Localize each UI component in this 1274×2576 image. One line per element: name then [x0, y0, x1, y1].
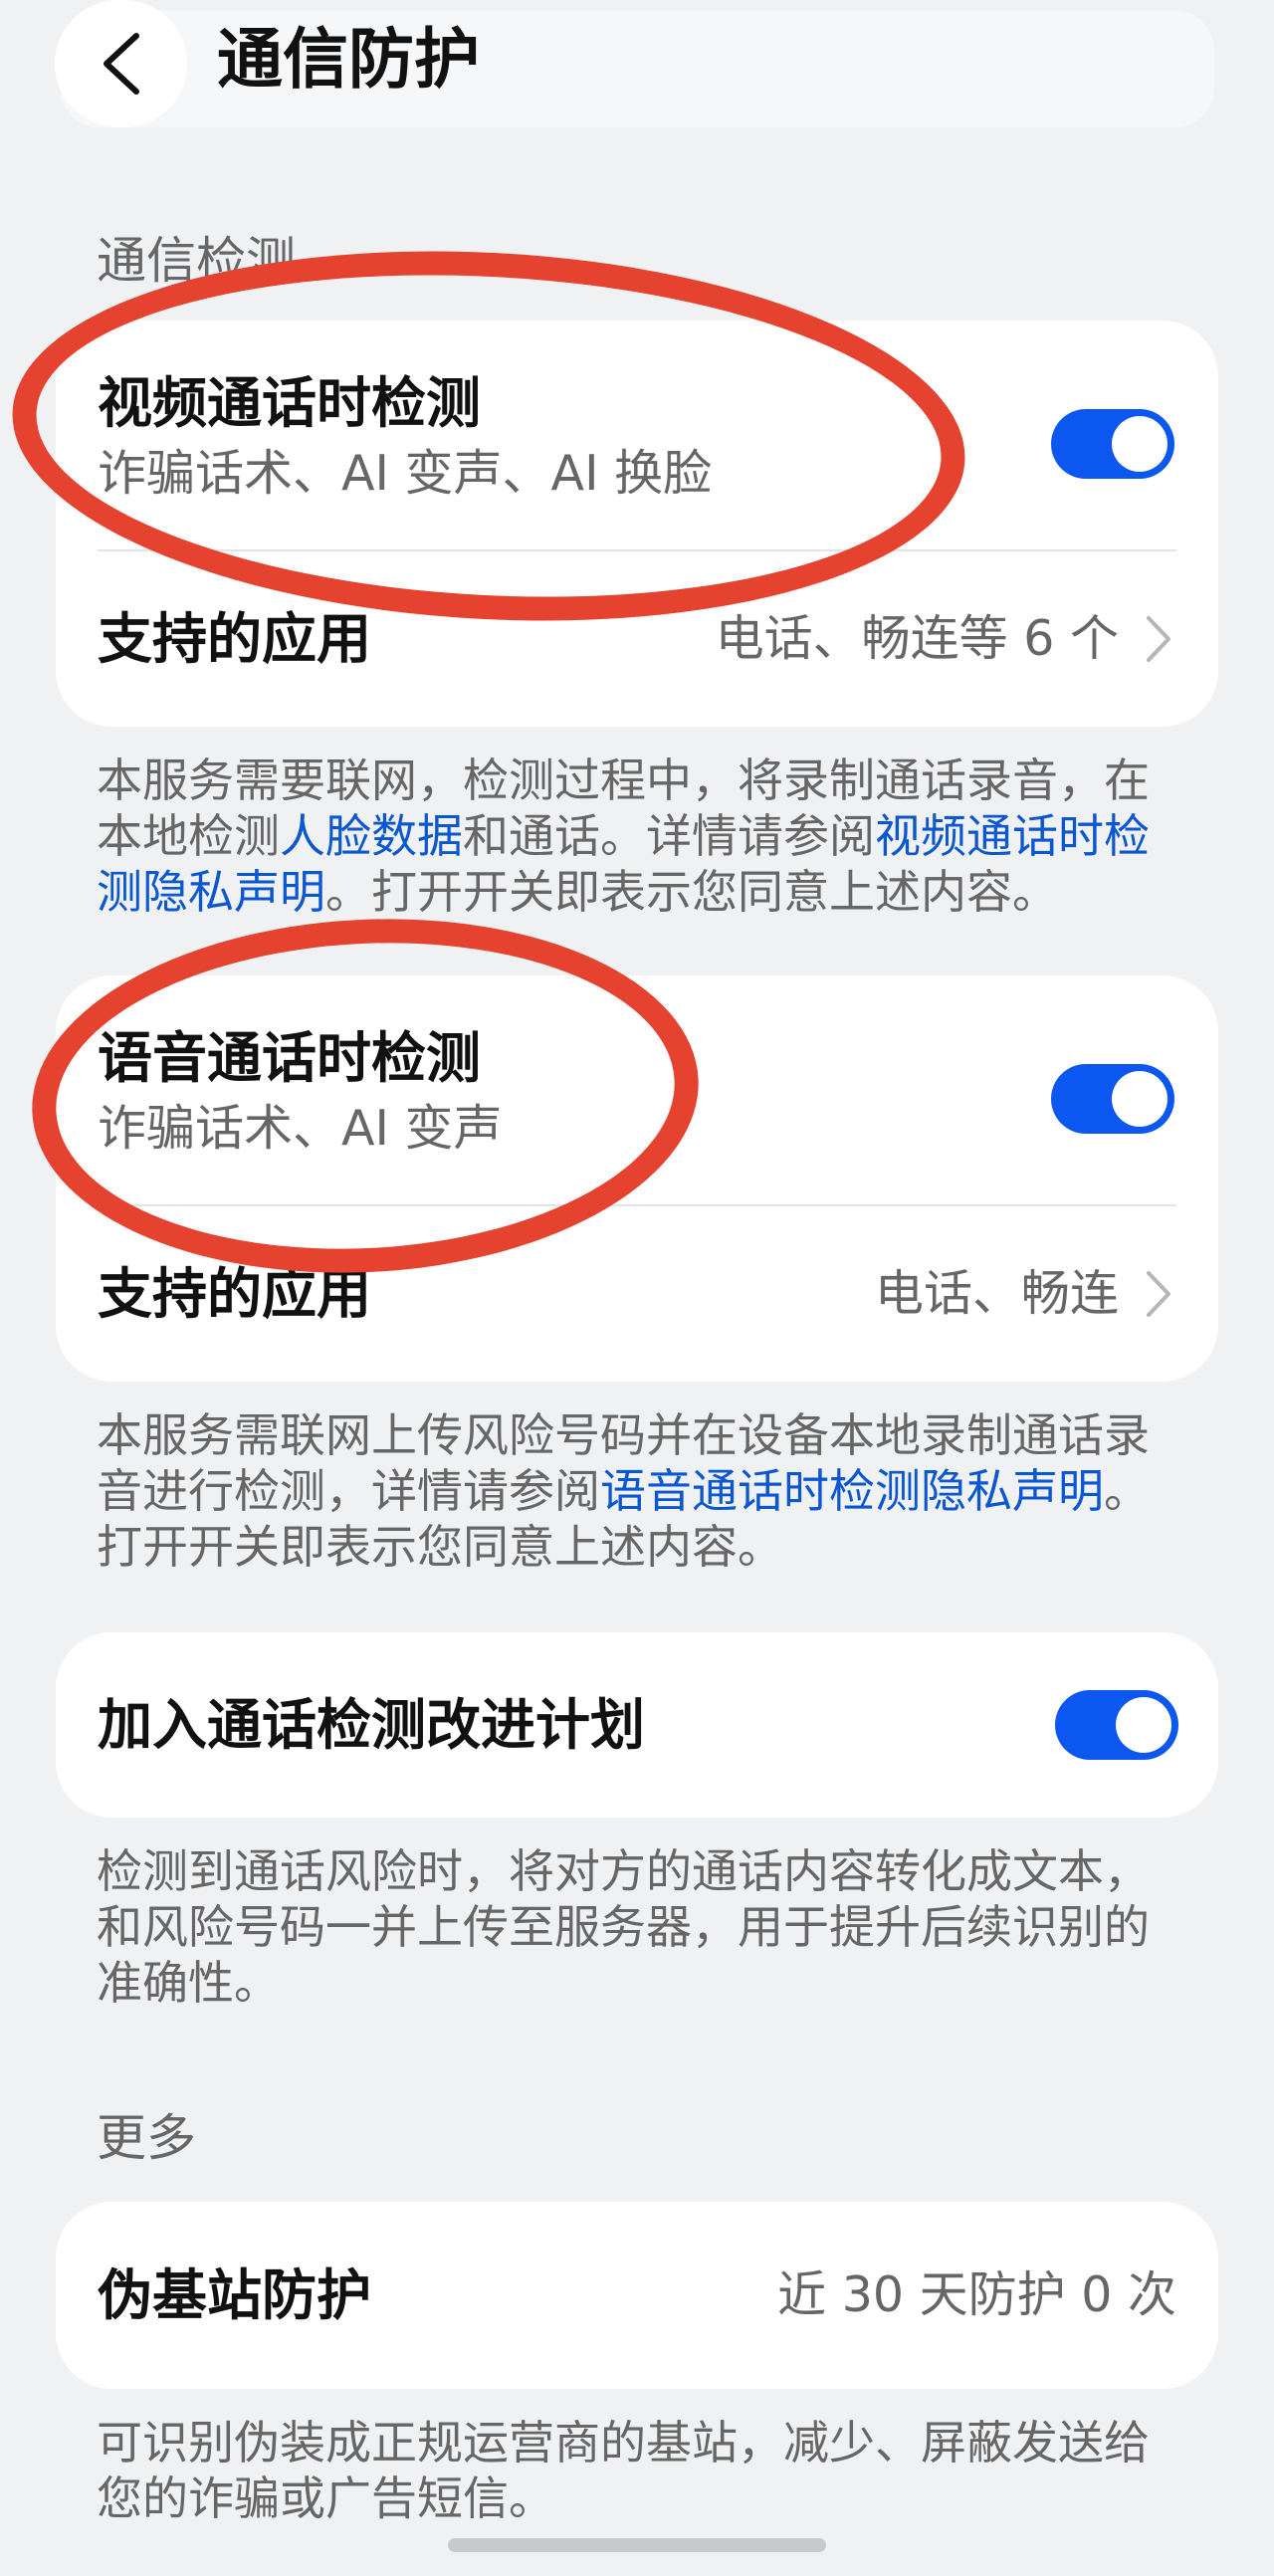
video-detection-toggle[interactable]: [1051, 409, 1174, 479]
improvement-program-row[interactable]: 加入通话检测改进计划: [56, 1632, 1218, 1818]
section-title-detection: 通信检测: [97, 232, 296, 290]
voice-detection-subtitle: 诈骗话术、AI 变声: [98, 1100, 503, 1157]
back-button[interactable]: [55, 0, 187, 127]
chevron-right-icon: [1147, 1271, 1170, 1317]
desc-text: 和通话。详情请参阅: [463, 809, 875, 863]
page-title: 通信防护: [217, 21, 480, 98]
improvement-program-card: 加入通话检测改进计划: [56, 1632, 1218, 1818]
voice-supported-apps-label: 支持的应用: [98, 1262, 372, 1326]
voice-supported-apps-row[interactable]: 支持的应用 电话、畅连: [56, 1206, 1218, 1382]
video-detection-row[interactable]: 视频通话时检测 诈骗话术、AI 变声、AI 换脸: [56, 321, 1218, 547]
video-supported-apps-row[interactable]: 支持的应用 电话、畅连等 6 个: [56, 551, 1218, 727]
fake-base-station-card: 伪基站防护 近 30 天防护 0 次: [56, 2202, 1218, 2389]
desc-text: 。打开开关即表示您同意上述内容。: [325, 865, 1058, 919]
toggle-knob: [1112, 1071, 1168, 1127]
video-detection-subtitle: 诈骗话术、AI 变声、AI 换脸: [98, 445, 713, 502]
fake-base-station-title: 伪基站防护: [98, 2263, 372, 2327]
home-indicator: [448, 2538, 826, 2552]
improvement-program-description: 检测到通话风险时，将对方的通话内容转化成文本，和风险号码一并上传至服务器，用于提…: [97, 1844, 1150, 2010]
chevron-right-icon: [1147, 616, 1170, 662]
video-supported-apps-label: 支持的应用: [98, 607, 372, 671]
toggle-knob: [1116, 1697, 1171, 1753]
voice-detection-description: 本服务需联网上传风险号码并在设备本地录制通话录音进行检测，详情请参阅语音通话时检…: [97, 1407, 1191, 1575]
voice-privacy-link[interactable]: 语音通话时检测隐私声明: [600, 1464, 1104, 1518]
improvement-program-toggle[interactable]: [1055, 1690, 1178, 1760]
video-supported-apps-value: 电话、畅连等 6 个: [715, 610, 1119, 667]
chevron-left-icon: [103, 33, 139, 95]
fake-base-station-row[interactable]: 伪基站防护 近 30 天防护 0 次: [56, 2202, 1218, 2389]
video-detection-card: 视频通话时检测 诈骗话术、AI 变声、AI 换脸 支持的应用 电话、畅连等 6 …: [56, 321, 1218, 727]
face-data-link[interactable]: 人脸数据: [280, 809, 463, 863]
video-detection-description: 本服务需要联网，检测过程中，将录制通话录音，在本地检测人脸数据和通话。详情请参阅…: [97, 752, 1191, 920]
video-detection-title: 视频通话时检测: [98, 371, 482, 435]
voice-detection-title: 语音通话时检测: [98, 1026, 482, 1090]
fake-base-station-value: 近 30 天防护 0 次: [777, 2266, 1176, 2323]
voice-supported-apps-value: 电话、畅连: [874, 1265, 1119, 1322]
improvement-program-title: 加入通话检测改进计划: [98, 1693, 646, 1757]
top-bar: 通信防护: [0, 0, 1274, 149]
voice-detection-card: 语音通话时检测 诈骗话术、AI 变声 支持的应用 电话、畅连: [56, 975, 1218, 1382]
toggle-knob: [1112, 416, 1168, 472]
section-title-more: 更多: [97, 2109, 196, 2167]
voice-detection-toggle[interactable]: [1051, 1064, 1174, 1134]
fake-base-station-description: 可识别伪装成正规运营商的基站，减少、屏蔽发送给您的诈骗或广告短信。: [97, 2416, 1150, 2525]
voice-detection-row[interactable]: 语音通话时检测 诈骗话术、AI 变声: [56, 975, 1218, 1202]
